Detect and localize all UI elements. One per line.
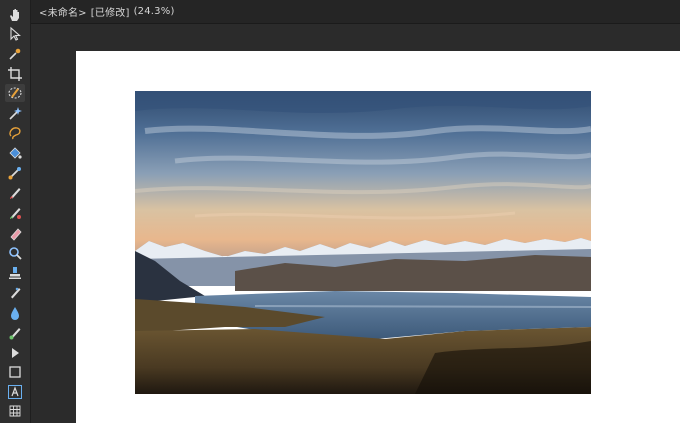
document-tab[interactable]: <未命名> [已修改] (24.3%) — [31, 0, 183, 23]
tools-panel — [0, 0, 31, 423]
selection-brush-icon[interactable] — [5, 84, 25, 102]
blur-brush-icon[interactable] — [5, 304, 25, 322]
healing-brush-icon[interactable] — [5, 284, 25, 302]
magic-wand-icon[interactable] — [5, 104, 25, 122]
document-status: [已修改] — [90, 8, 130, 19]
freehand-selection-icon[interactable] — [5, 124, 25, 142]
rectangle-icon[interactable] — [5, 363, 25, 381]
color-picker-icon[interactable] — [5, 45, 25, 63]
erase-brush-icon[interactable] — [5, 224, 25, 242]
move-pointer-icon[interactable] — [5, 25, 25, 43]
document-tab-bar: <未命名> [已修改] (24.3%) — [31, 0, 680, 24]
smudge-brush-icon[interactable] — [5, 324, 25, 342]
zoom-level: (24.3%) — [133, 6, 175, 17]
gradient-icon[interactable] — [5, 164, 25, 182]
paint-brush-icon[interactable] — [5, 184, 25, 202]
flood-fill-icon[interactable] — [5, 144, 25, 162]
color-replacement-brush-icon[interactable] — [5, 204, 25, 222]
node-pointer-icon[interactable] — [5, 344, 25, 362]
canvas-workspace[interactable] — [31, 24, 680, 423]
mesh-warp-icon[interactable] — [5, 402, 25, 420]
crop-icon[interactable] — [5, 65, 25, 83]
dodge-icon[interactable] — [5, 244, 25, 262]
landscape-photo[interactable] — [135, 91, 591, 394]
document-name: <未命名> — [39, 8, 87, 19]
document-page[interactable] — [76, 51, 680, 423]
clone-stamp-icon[interactable] — [5, 264, 25, 282]
artistic-text-icon[interactable] — [5, 383, 25, 401]
hand-icon[interactable] — [5, 6, 25, 24]
